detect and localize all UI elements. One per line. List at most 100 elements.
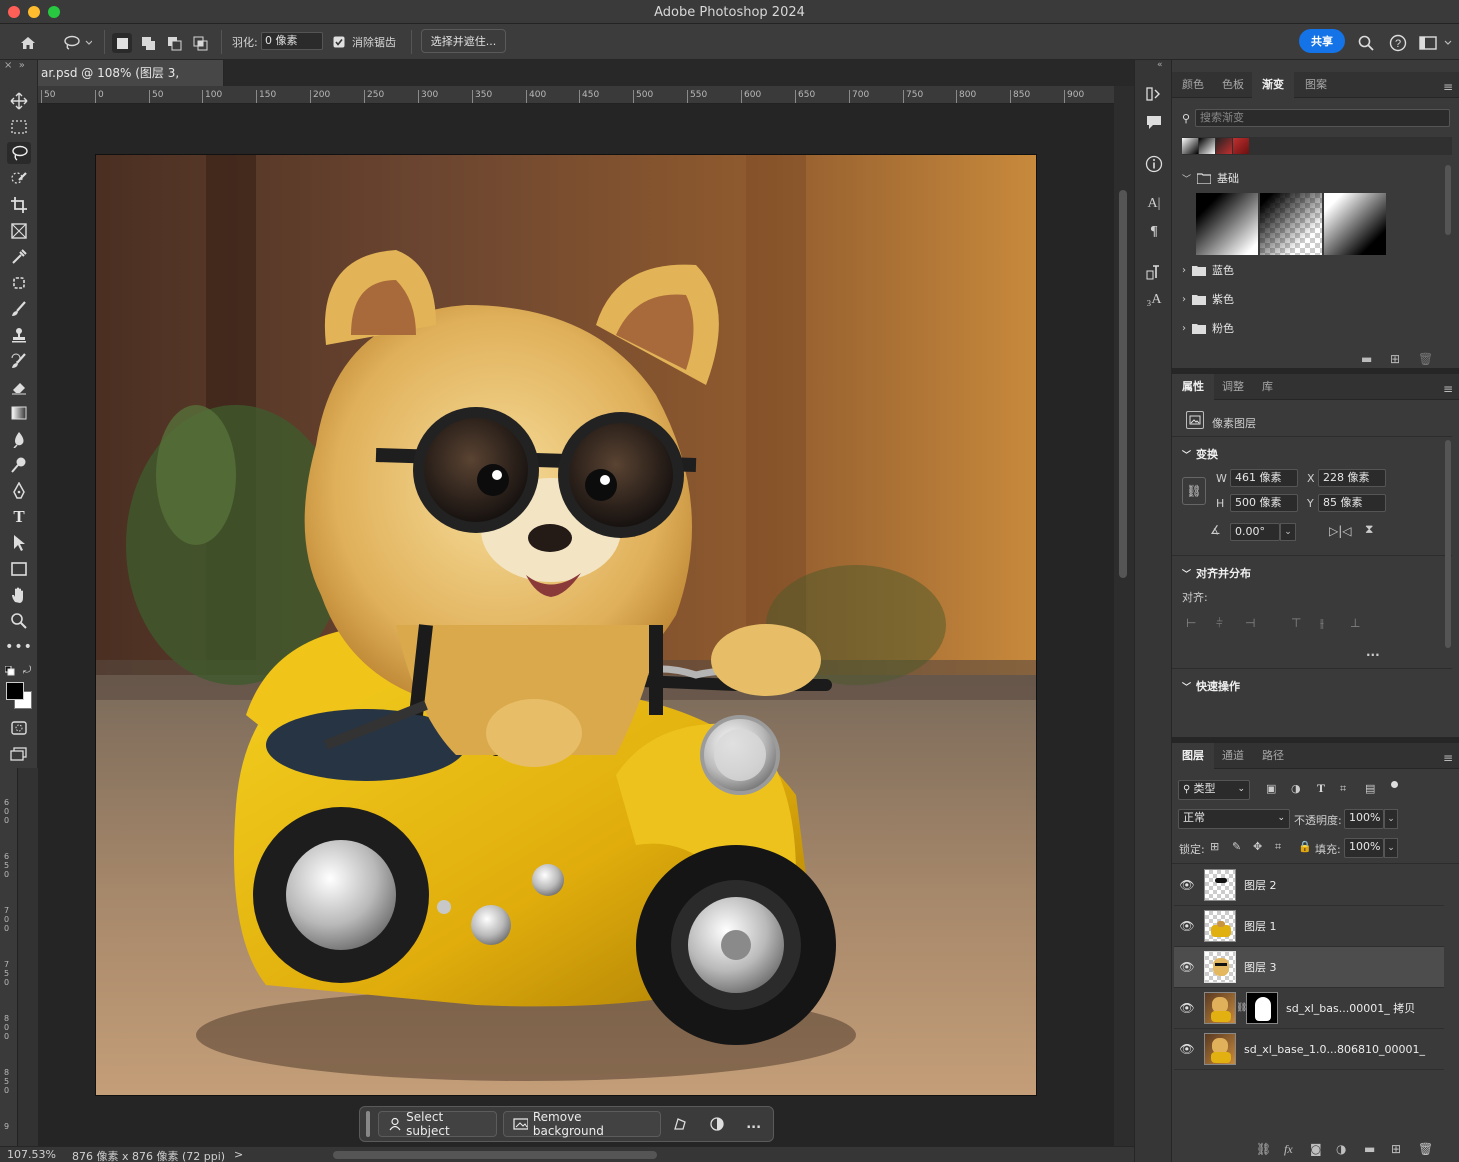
align-top-icon[interactable]: ⊤ xyxy=(1291,616,1301,630)
align-hcenter-icon[interactable]: ⫩ xyxy=(1216,616,1223,631)
layer-mask-thumbnail[interactable] xyxy=(1246,992,1278,1024)
horizontal-scroll-thumb[interactable] xyxy=(333,1151,657,1159)
healing-brush-tool-icon[interactable] xyxy=(7,272,31,294)
layer-thumbnail[interactable] xyxy=(1204,869,1236,901)
brush-tool-icon[interactable] xyxy=(7,298,31,320)
paragraph-styles-icon[interactable] xyxy=(1144,262,1164,282)
subtract-selection-icon[interactable] xyxy=(164,33,184,53)
gradient-preset-black-white[interactable] xyxy=(1196,193,1258,255)
tab-channels[interactable]: 通道 xyxy=(1212,743,1254,769)
layer-row[interactable]: 👁 图层 1 xyxy=(1174,906,1444,947)
intersect-selection-icon[interactable] xyxy=(190,33,210,53)
new-group-icon[interactable]: ▬ xyxy=(1364,1142,1375,1156)
visibility-eye-icon[interactable]: 👁 xyxy=(1174,1042,1200,1056)
swap-colors-icon[interactable]: ⤾ xyxy=(23,665,31,676)
recent-gradient-swatch[interactable] xyxy=(1199,138,1215,154)
gradient-folder-pink[interactable]: › 粉色 xyxy=(1182,318,1234,338)
new-folder-icon[interactable]: ▬ xyxy=(1361,352,1372,366)
foreground-color-swatch[interactable] xyxy=(6,682,24,700)
layer-row[interactable]: 👁 sd_xl_base_1.0...806810_00001_ xyxy=(1174,1029,1444,1070)
opacity-input[interactable]: 100% xyxy=(1344,809,1384,829)
lasso-tool-preset-icon[interactable] xyxy=(60,33,94,53)
align-vcenter-icon[interactable]: ⫲ xyxy=(1320,616,1324,631)
layer-name[interactable]: 图层 2 xyxy=(1244,877,1277,893)
y-input[interactable]: 85 像素 xyxy=(1318,494,1386,512)
select-subject-button[interactable]: Select subject xyxy=(377,1110,497,1138)
recent-gradient-swatch[interactable] xyxy=(1233,138,1249,154)
document-tab[interactable]: ar.psd @ 108% (图层 3, RGB/8) xyxy=(38,60,224,106)
x-input[interactable]: 228 像素 xyxy=(1318,469,1386,487)
quick-mask-icon[interactable] xyxy=(7,717,31,739)
vertical-scroll-thumb[interactable] xyxy=(1119,190,1127,578)
remove-background-button[interactable]: Remove background xyxy=(502,1110,661,1138)
workspace-icon[interactable] xyxy=(1418,33,1454,53)
blur-tool-icon[interactable] xyxy=(7,428,31,450)
gradients-scrollbar[interactable] xyxy=(1445,165,1451,235)
character-styles-icon[interactable]: ₃A xyxy=(1144,290,1164,310)
angle-input[interactable]: 0.00° xyxy=(1230,523,1280,541)
lock-transparency-icon[interactable]: ⊞ xyxy=(1210,840,1219,853)
tab-layers[interactable]: 图层 xyxy=(1172,743,1214,769)
comments-icon[interactable] xyxy=(1144,112,1164,132)
filter-toggle-icon[interactable] xyxy=(1391,781,1398,788)
gradient-folder-blue[interactable]: › 蓝色 xyxy=(1182,260,1234,280)
layer-thumbnail[interactable] xyxy=(1204,1033,1236,1065)
delete-layer-icon[interactable]: 🗑 xyxy=(1418,1142,1433,1156)
tab-color[interactable]: 颜色 xyxy=(1172,72,1214,98)
new-selection-icon[interactable] xyxy=(112,33,132,53)
layer-thumbnail[interactable] xyxy=(1204,992,1236,1024)
delete-icon[interactable]: 🗑 xyxy=(1418,352,1433,366)
collapse-panels-icon[interactable]: « xyxy=(1157,60,1163,70)
gradients-menu-icon[interactable]: ≡ xyxy=(1443,80,1453,94)
transform-section-header[interactable]: ﹀ 变换 xyxy=(1182,446,1218,462)
move-tool-icon[interactable] xyxy=(7,90,31,112)
mask-link-icon[interactable]: ⛓ xyxy=(1236,1003,1247,1013)
visibility-eye-icon[interactable]: 👁 xyxy=(1174,919,1200,933)
properties-menu-icon[interactable]: ≡ xyxy=(1443,382,1453,396)
align-more-icon[interactable]: ... xyxy=(1366,645,1380,659)
layer-effects-icon[interactable]: fx xyxy=(1284,1142,1293,1157)
fill-dropdown[interactable]: ⌄ xyxy=(1384,838,1398,858)
new-gradient-icon[interactable]: ⊞ xyxy=(1390,352,1400,366)
tab-paths[interactable]: 路径 xyxy=(1252,743,1294,769)
align-bottom-icon[interactable]: ⊥ xyxy=(1350,616,1360,630)
layer-row[interactable]: 👁 图层 3 xyxy=(1174,947,1444,988)
properties-scrollbar[interactable] xyxy=(1445,440,1451,648)
antialias-checkbox[interactable]: 消除锯齿 xyxy=(333,32,396,52)
tab-gradients[interactable]: 渐变 xyxy=(1252,72,1294,98)
link-layers-icon[interactable]: ⛓ xyxy=(1256,1142,1271,1156)
flip-vertical-icon[interactable]: ⧗ xyxy=(1365,522,1373,537)
vertical-scrollbar[interactable] xyxy=(1114,86,1134,1146)
hand-tool-icon[interactable] xyxy=(7,584,31,606)
layer-thumbnail[interactable] xyxy=(1204,951,1236,983)
screen-mode-icon[interactable] xyxy=(7,743,31,765)
lock-pixels-icon[interactable]: ✎ xyxy=(1232,840,1241,853)
collapse-tools-icon[interactable]: × » xyxy=(4,60,25,71)
gradient-preset-white-black[interactable] xyxy=(1324,193,1386,255)
lock-position-icon[interactable]: ✥ xyxy=(1253,840,1262,853)
marquee-tool-icon[interactable] xyxy=(7,116,31,138)
drag-handle[interactable] xyxy=(366,1111,370,1137)
filter-shape-icon[interactable]: ⌗ xyxy=(1340,782,1346,796)
history-brush-tool-icon[interactable] xyxy=(7,350,31,372)
filter-pixel-icon[interactable]: ▣ xyxy=(1266,782,1276,795)
visibility-eye-icon[interactable]: 👁 xyxy=(1174,960,1200,974)
path-selection-tool-icon[interactable] xyxy=(7,532,31,554)
gradient-folder-basics[interactable]: ﹀ 基础 xyxy=(1182,168,1239,188)
crop-tool-icon[interactable] xyxy=(7,194,31,216)
recent-gradient-swatch[interactable] xyxy=(1216,138,1232,154)
tab-properties[interactable]: 属性 xyxy=(1172,374,1214,400)
feather-input[interactable]: 0 像素 xyxy=(261,32,323,50)
tab-adjustments[interactable]: 调整 xyxy=(1212,374,1254,400)
lasso-tool-icon[interactable] xyxy=(7,142,31,164)
default-colors-icon[interactable] xyxy=(4,665,15,679)
info-icon[interactable] xyxy=(1144,154,1164,174)
layer-row[interactable]: 👁 图层 2 xyxy=(1174,865,1444,906)
select-and-mask-button[interactable]: 选择并遮住... xyxy=(421,29,506,53)
frame-tool-icon[interactable] xyxy=(7,220,31,242)
gradient-folder-purple[interactable]: › 紫色 xyxy=(1182,289,1234,309)
character-icon[interactable]: A| xyxy=(1144,194,1164,214)
quick-actions-section-header[interactable]: ﹀ 快速操作 xyxy=(1182,678,1240,694)
adjustment-icon[interactable] xyxy=(703,1111,730,1137)
type-tool-icon[interactable]: T xyxy=(7,506,31,528)
